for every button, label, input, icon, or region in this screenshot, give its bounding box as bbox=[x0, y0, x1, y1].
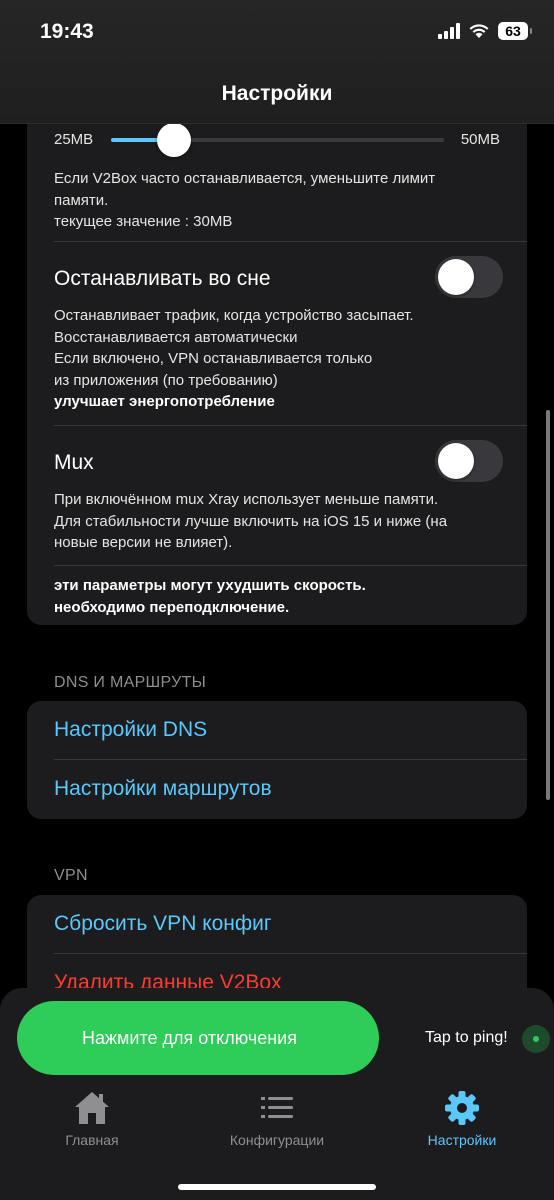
dns-settings-link[interactable]: Настройки DNS bbox=[54, 718, 207, 742]
memory-current-value: текущее значение : 30MB bbox=[54, 213, 233, 230]
status-time: 19:43 bbox=[40, 20, 94, 43]
slider-thumb[interactable] bbox=[157, 124, 192, 157]
divider bbox=[54, 241, 527, 242]
warning-line: эти параметры могут ухудшить скорость. bbox=[54, 577, 366, 594]
tab-settings[interactable]: Настройки bbox=[370, 1088, 554, 1148]
vpn-card: Сбросить VPN конфиг Удалить данные V2Box bbox=[27, 895, 527, 990]
tab-home-label: Главная bbox=[65, 1132, 119, 1148]
mux-toggle[interactable] bbox=[435, 440, 503, 482]
sleep-desc-line: Останавливает трафик, когда устройство з… bbox=[54, 307, 414, 324]
cellular-signal-icon bbox=[438, 23, 460, 39]
memory-desc-line: памяти. bbox=[54, 191, 109, 209]
slider-max-label: 50MB bbox=[460, 131, 500, 148]
divider bbox=[54, 425, 527, 426]
warning-line: необходимо переподключение. bbox=[54, 598, 290, 616]
mux-desc-line: При включённом mux Xray использует меньш… bbox=[54, 491, 439, 508]
sleep-desc-line: Если включено, VPN останавливается тольк… bbox=[54, 350, 373, 367]
memory-limit-slider[interactable]: 25MB 50MB bbox=[54, 124, 500, 157]
settings-scroll[interactable]: 25MB 50MB Если V2Box часто останавливает… bbox=[0, 124, 554, 990]
reset-vpn-config-link[interactable]: Сбросить VPN конфиг bbox=[54, 912, 272, 936]
mux-description: При включённом mux Xray использует меньш… bbox=[54, 489, 504, 554]
bottom-panel: Нажмите для отключения Tap to ping! Глав… bbox=[0, 988, 554, 1200]
tab-configs[interactable]: Конфигурации bbox=[185, 1088, 369, 1148]
slider-min-label: 25MB bbox=[54, 131, 94, 148]
nav-header: 19:43 63 Настройки bbox=[0, 0, 554, 124]
dns-section-header: DNS И МАРШРУТЫ bbox=[54, 674, 207, 691]
vpn-section-header: VPN bbox=[54, 867, 88, 884]
divider bbox=[54, 759, 527, 760]
sleep-desc-line: Восстанавливается автоматически bbox=[54, 328, 298, 346]
page-title: Настройки bbox=[221, 82, 333, 105]
sleep-desc-bold: улучшает энергопотребление bbox=[54, 393, 275, 410]
tab-home[interactable]: Главная bbox=[0, 1088, 184, 1148]
home-indicator bbox=[178, 1184, 376, 1190]
routes-settings-link[interactable]: Настройки маршрутов bbox=[54, 777, 272, 801]
disconnect-button[interactable]: Нажмите для отключения bbox=[17, 1001, 379, 1075]
divider bbox=[54, 565, 527, 566]
ping-button[interactable]: Tap to ping! bbox=[425, 1029, 508, 1047]
sleep-desc-line: из приложения (по требованию) bbox=[54, 371, 278, 389]
mux-desc-line: Для стабильности лучше включить на iOS 1… bbox=[54, 512, 448, 530]
divider bbox=[54, 953, 527, 954]
memory-limit-description: Если V2Box часто останавливается, уменьш… bbox=[54, 168, 504, 233]
mux-label: Mux bbox=[54, 451, 94, 474]
battery-icon: 63 bbox=[498, 22, 532, 40]
gear-icon bbox=[445, 1091, 479, 1125]
performance-card: 25MB 50MB Если V2Box часто останавливает… bbox=[27, 124, 527, 625]
status-dot-icon[interactable] bbox=[522, 1025, 550, 1053]
mux-desc-line: новые версии не влияет). bbox=[54, 534, 233, 551]
tab-settings-label: Настройки bbox=[427, 1132, 497, 1148]
scrollbar[interactable] bbox=[546, 410, 550, 800]
status-icons: 63 bbox=[438, 22, 532, 40]
list-icon bbox=[261, 1097, 293, 1118]
memory-desc-line: Если V2Box часто останавливается, уменьш… bbox=[54, 170, 436, 187]
warning-note: эти параметры могут ухудшить скорость. н… bbox=[54, 575, 504, 618]
tab-bar: Главная Конфигурации Настройки bbox=[0, 1088, 554, 1168]
sleep-stop-label: Останавливать во сне bbox=[54, 267, 271, 290]
tab-configs-label: Конфигурации bbox=[229, 1132, 325, 1148]
slider-track[interactable] bbox=[111, 124, 444, 157]
home-icon bbox=[75, 1092, 109, 1124]
toggle-knob bbox=[438, 259, 474, 295]
sleep-stop-toggle[interactable] bbox=[435, 256, 503, 298]
toggle-knob bbox=[438, 443, 474, 479]
sleep-stop-description: Останавливает трафик, когда устройство з… bbox=[54, 305, 504, 413]
dns-routes-card: Настройки DNS Настройки маршрутов bbox=[27, 701, 527, 819]
wifi-icon bbox=[469, 24, 489, 38]
